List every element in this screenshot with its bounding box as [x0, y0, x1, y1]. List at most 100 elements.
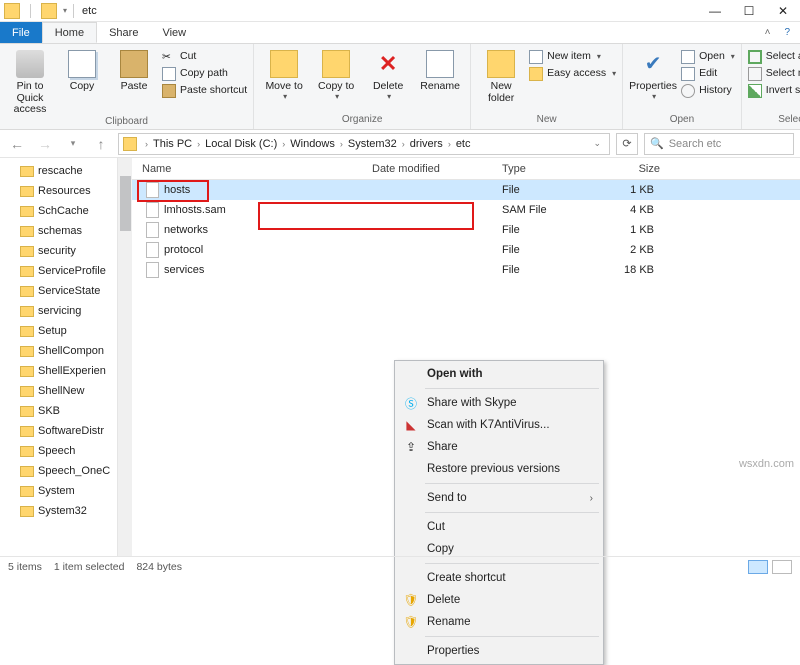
new-folder-button[interactable]: New folder — [477, 46, 525, 104]
file-row[interactable]: networksFile1 KB — [132, 220, 800, 240]
chevron-down-icon[interactable]: ⌄ — [593, 138, 605, 149]
copy-path-button[interactable]: Copy path — [162, 66, 247, 81]
ctx-delete[interactable]: 🛡Delete — [397, 589, 601, 611]
copy-button[interactable]: Copy — [58, 46, 106, 93]
breadcrumb[interactable]: Local Disk (C:) — [205, 138, 277, 150]
tab-home[interactable]: Home — [42, 22, 97, 43]
file-row[interactable]: hostsFile1 KB — [132, 180, 800, 200]
easy-access-button[interactable]: Easy access▾ — [529, 66, 616, 81]
tab-file[interactable]: File — [0, 22, 42, 43]
column-type[interactable]: Type — [492, 163, 592, 175]
up-button[interactable]: ↑ — [90, 136, 112, 152]
file-name: networks — [164, 224, 208, 236]
tree-item[interactable]: SchCache — [0, 201, 131, 221]
open-button[interactable]: Open▾ — [681, 49, 735, 64]
delete-button[interactable]: ✕Delete▾ — [364, 46, 412, 101]
tab-view[interactable]: View — [150, 22, 198, 43]
folder-icon — [123, 137, 137, 151]
move-to-button[interactable]: Move to▾ — [260, 46, 308, 101]
paste-button[interactable]: Paste — [110, 46, 158, 93]
ctx-send-to[interactable]: Send to› — [397, 487, 601, 509]
chevron-right-icon[interactable]: › — [142, 139, 151, 149]
copy-to-button[interactable]: Copy to▾ — [312, 46, 360, 101]
select-none-button[interactable]: Select none — [748, 66, 800, 81]
back-button[interactable]: ← — [6, 136, 28, 152]
address-bar[interactable]: › This PC› Local Disk (C:)› Windows› Sys… — [118, 133, 610, 155]
tree-item[interactable]: security — [0, 241, 131, 261]
chevron-right-icon[interactable]: › — [445, 139, 454, 149]
breadcrumb[interactable]: drivers — [410, 138, 443, 150]
ctx-cut[interactable]: Cut — [397, 516, 601, 538]
column-date[interactable]: Date modified — [362, 163, 492, 175]
tree-item[interactable]: servicing — [0, 301, 131, 321]
tree-item[interactable]: Setup — [0, 321, 131, 341]
tree-item[interactable]: rescache — [0, 161, 131, 181]
breadcrumb[interactable]: Windows — [290, 138, 335, 150]
tree-item[interactable]: SKB — [0, 401, 131, 421]
invert-selection-button[interactable]: Invert selection — [748, 83, 800, 98]
chevron-down-icon[interactable]: ▾ — [63, 6, 67, 15]
file-row[interactable]: protocolFile2 KB — [132, 240, 800, 260]
chevron-right-icon[interactable]: › — [399, 139, 408, 149]
file-row[interactable]: lmhosts.samSAM File4 KB — [132, 200, 800, 220]
new-item-button[interactable]: New item▾ — [529, 49, 616, 64]
tree-item[interactable]: ShellCompon — [0, 341, 131, 361]
select-all-button[interactable]: Select all — [748, 49, 800, 64]
folder-icon — [20, 266, 34, 277]
tree-item[interactable]: Speech_OneC — [0, 461, 131, 481]
tree-item[interactable]: Resources — [0, 181, 131, 201]
thumbnails-view-button[interactable] — [772, 560, 792, 574]
tab-share[interactable]: Share — [97, 22, 150, 43]
ctx-rename[interactable]: 🛡Rename — [397, 611, 601, 633]
properties-button[interactable]: ✔Properties▾ — [629, 46, 677, 101]
close-button[interactable]: ✕ — [766, 0, 800, 22]
refresh-button[interactable]: ⟳ — [616, 133, 638, 155]
tree-item[interactable]: ShellNew — [0, 381, 131, 401]
details-view-button[interactable] — [748, 560, 768, 574]
tree-item[interactable]: System32 — [0, 501, 131, 521]
ctx-share[interactable]: ⇪Share — [397, 436, 601, 458]
tree-item[interactable]: ServiceProfile — [0, 261, 131, 281]
column-size[interactable]: Size — [592, 163, 672, 175]
pin-quick-access-button[interactable]: Pin to Quick access — [6, 46, 54, 116]
paste-shortcut-button[interactable]: Paste shortcut — [162, 83, 247, 98]
maximize-button[interactable]: ☐ — [732, 0, 766, 22]
tree-item[interactable]: ServiceState — [0, 281, 131, 301]
recent-button[interactable]: ▾ — [62, 138, 84, 149]
ctx-restore[interactable]: Restore previous versions — [397, 458, 601, 480]
tree-item[interactable]: ShellExperien — [0, 361, 131, 381]
column-name[interactable]: Name — [132, 163, 362, 175]
ribbon-collapse-icon[interactable]: ˄ — [765, 27, 771, 38]
breadcrumb[interactable]: This PC — [153, 138, 192, 150]
ctx-scan-k7[interactable]: ◣Scan with K7AntiVirus... — [397, 414, 601, 436]
help-icon[interactable]: ? — [784, 27, 790, 38]
chevron-right-icon[interactable]: › — [337, 139, 346, 149]
chevron-right-icon[interactable]: › — [279, 139, 288, 149]
ctx-open-with[interactable]: Open with — [397, 363, 601, 385]
file-row[interactable]: servicesFile18 KB — [132, 260, 800, 280]
rename-button[interactable]: Rename — [416, 46, 464, 93]
minimize-button[interactable]: ― — [698, 0, 732, 22]
breadcrumb[interactable]: System32 — [348, 138, 397, 150]
tree-item-label: SchCache — [38, 205, 89, 217]
tree-item[interactable]: SoftwareDistr — [0, 421, 131, 441]
scissors-icon: ✂ — [162, 50, 176, 64]
ctx-share-skype[interactable]: ⓈShare with Skype — [397, 392, 601, 414]
history-button[interactable]: History — [681, 83, 735, 98]
tree-item[interactable]: Speech — [0, 441, 131, 461]
chevron-right-icon[interactable]: › — [194, 139, 203, 149]
breadcrumb[interactable]: etc — [456, 138, 471, 150]
ctx-properties[interactable]: Properties — [397, 640, 601, 662]
column-headers[interactable]: Name Date modified Type Size — [132, 158, 800, 180]
tree-view[interactable]: rescacheResources SchCache schemassecurity… — [0, 158, 132, 556]
tree-item[interactable]: schemas — [0, 221, 131, 241]
scrollbar-thumb[interactable] — [120, 176, 131, 231]
edit-button[interactable]: Edit — [681, 66, 735, 81]
forward-button[interactable]: → — [34, 136, 56, 152]
cut-button[interactable]: ✂Cut — [162, 49, 247, 64]
tree-item[interactable]: System — [0, 481, 131, 501]
group-label: Select — [748, 114, 800, 127]
tree-scrollbar[interactable] — [117, 158, 132, 556]
search-input[interactable]: 🔍 Search etc — [644, 133, 794, 155]
file-size: 1 KB — [592, 224, 672, 236]
